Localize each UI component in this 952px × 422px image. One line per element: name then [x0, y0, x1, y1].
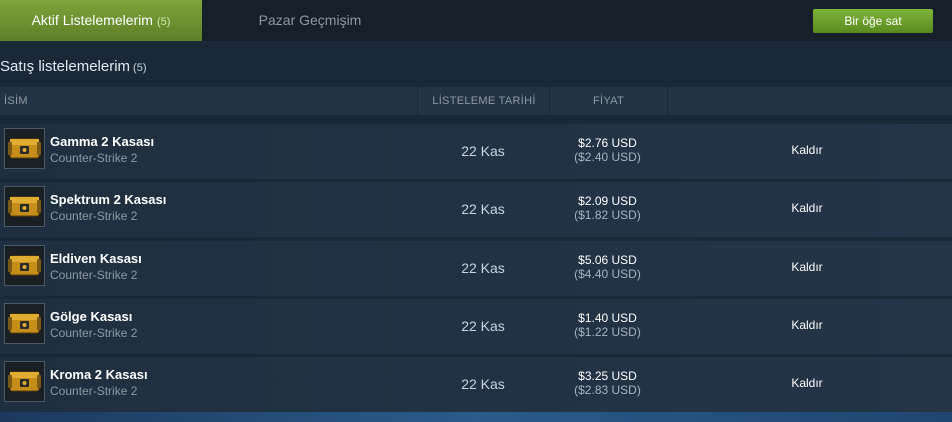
item-game: Counter-Strike 2	[50, 268, 138, 282]
listing-price: $3.25 USD ($2.83 USD)	[549, 369, 666, 397]
tab-market-history[interactable]: Pazar Geçmişim	[202, 0, 418, 41]
tab-active-listings[interactable]: Aktif Listelemelerim (5)	[0, 0, 202, 41]
price-buyer: $5.06 USD	[578, 253, 637, 267]
tab-active-listings-label: Aktif Listelemelerim	[31, 12, 153, 28]
listing-date: 22 Kas	[461, 201, 505, 217]
listing-price: $5.06 USD ($4.40 USD)	[549, 253, 666, 281]
tab-active-listings-count: (5)	[156, 16, 171, 28]
listing-date: 22 Kas	[461, 143, 505, 159]
listing-price: $2.09 USD ($1.82 USD)	[549, 194, 666, 222]
sell-item-button[interactable]: Bir öğe sat	[813, 9, 933, 33]
price-seller: ($2.83 USD)	[574, 383, 641, 397]
price-seller: ($4.40 USD)	[574, 267, 641, 281]
remove-listing-button[interactable]: Kaldır	[666, 143, 948, 157]
item-name[interactable]: Gölge Kasası	[50, 309, 132, 324]
price-seller: ($1.22 USD)	[574, 325, 641, 339]
table-row: Eldiven Kasası Counter-Strike 2 22 Kas $…	[0, 241, 952, 296]
price-buyer: $2.76 USD	[578, 136, 637, 150]
tab-bar: Aktif Listelemelerim (5) Pazar Geçmişim B…	[0, 0, 952, 41]
remove-listing-button[interactable]: Kaldır	[666, 376, 948, 390]
table-row: Spektrum 2 Kasası Counter-Strike 2 22 Ka…	[0, 182, 952, 237]
price-buyer: $2.09 USD	[578, 194, 637, 208]
column-header-date: LİSTELEME TARİHİ	[417, 87, 550, 115]
table-row: Gamma 2 Kasası Counter-Strike 2 22 Kas $…	[0, 124, 952, 179]
table-row: Gölge Kasası Counter-Strike 2 22 Kas $1.…	[0, 299, 952, 354]
page-title: Satış listelemelerim (5)	[0, 58, 147, 75]
listing-date: 22 Kas	[461, 260, 505, 276]
item-game: Counter-Strike 2	[50, 326, 138, 340]
item-game: Counter-Strike 2	[50, 151, 138, 165]
price-seller: ($1.82 USD)	[574, 208, 641, 222]
listing-price: $1.40 USD ($1.22 USD)	[549, 311, 666, 339]
page-bottom-gradient	[0, 412, 952, 422]
section-count: (5)	[133, 62, 147, 74]
weapon-case-icon[interactable]	[4, 303, 45, 344]
weapon-case-icon[interactable]	[4, 186, 45, 227]
listing-price: $2.76 USD ($2.40 USD)	[549, 136, 666, 164]
column-header-name: İSİM	[4, 95, 28, 107]
remove-listing-button[interactable]: Kaldır	[666, 318, 948, 332]
price-buyer: $1.40 USD	[578, 311, 637, 325]
listing-date: 22 Kas	[461, 318, 505, 334]
table-header: İSİM LİSTELEME TARİHİ FİYAT	[0, 87, 952, 115]
item-name[interactable]: Gamma 2 Kasası	[50, 134, 154, 149]
section-title-text: Satış listelemelerim	[0, 58, 131, 75]
table-row: Kroma 2 Kasası Counter-Strike 2 22 Kas $…	[0, 357, 952, 412]
column-header-price: FİYAT	[549, 87, 668, 115]
weapon-case-icon[interactable]	[4, 361, 45, 402]
tab-market-history-label: Pazar Geçmişim	[258, 12, 362, 28]
remove-listing-button[interactable]: Kaldır	[666, 201, 948, 215]
weapon-case-icon[interactable]	[4, 128, 45, 169]
item-game: Counter-Strike 2	[50, 209, 138, 223]
item-game: Counter-Strike 2	[50, 384, 138, 398]
item-name[interactable]: Kroma 2 Kasası	[50, 367, 148, 382]
item-name[interactable]: Spektrum 2 Kasası	[50, 192, 166, 207]
remove-listing-button[interactable]: Kaldır	[666, 260, 948, 274]
item-name[interactable]: Eldiven Kasası	[50, 251, 142, 266]
listing-date: 22 Kas	[461, 376, 505, 392]
price-buyer: $3.25 USD	[578, 369, 637, 383]
weapon-case-icon[interactable]	[4, 245, 45, 286]
price-seller: ($2.40 USD)	[574, 150, 641, 164]
